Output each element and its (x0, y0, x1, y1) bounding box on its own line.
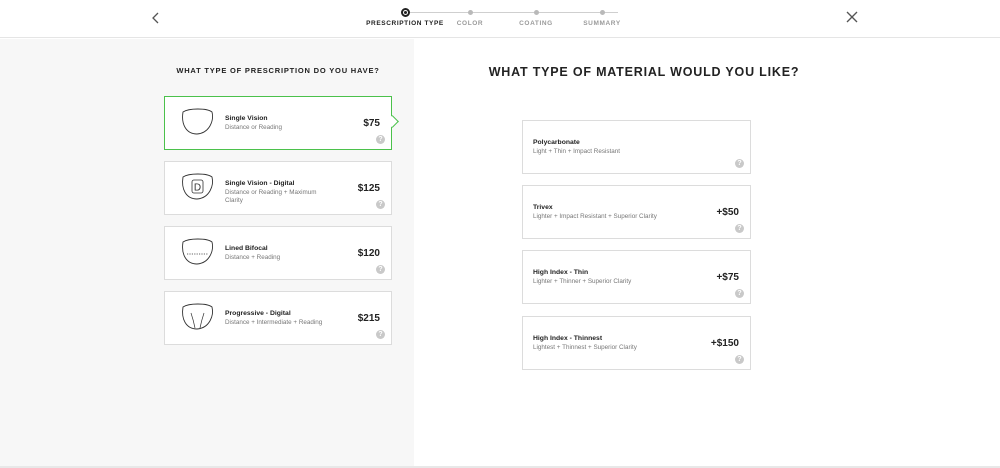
material-option-price: +$50 (716, 207, 739, 218)
rx-option-price: $75 (363, 118, 380, 129)
rx-option-desc: Distance or Reading (225, 124, 283, 131)
help-icon[interactable]: ? (735, 224, 744, 233)
step-dot (599, 10, 605, 15)
rx-option-name: Lined Bifocal (225, 245, 268, 252)
help-icon[interactable]: ? (376, 330, 385, 339)
step-dot (533, 10, 539, 15)
rx-option-price: $125 (357, 183, 380, 194)
rx-option-lined-bifocal[interactable]: Lined Bifocal Distance + Reading $120 ? (164, 226, 392, 280)
rx-option-desc: Distance or Reading + Maximum Clarity (225, 189, 317, 204)
help-icon[interactable]: ? (735, 159, 744, 168)
rx-option-single-vision[interactable]: Single Vision Distance or Reading $75 ? (164, 96, 399, 150)
lens-progressive-icon (182, 303, 213, 330)
step-summary[interactable]: SUMMARY (552, 6, 652, 27)
rx-option-progressive-digital[interactable]: Progressive - Digital Distance + Interme… (164, 291, 392, 345)
material-option-trivex[interactable]: Trivex Lighter + Impact Resistant + Supe… (522, 185, 751, 239)
material-option-desc: Light + Thin + Impact Resistant (533, 148, 621, 155)
material-option-price: +$75 (716, 272, 739, 283)
material-option-desc: Lighter + Thinner + Superior Clarity (533, 278, 632, 285)
help-icon[interactable]: ? (735, 289, 744, 298)
help-icon[interactable]: ? (376, 135, 385, 144)
material-option-high-index-thin[interactable]: High Index - Thin Lighter + Thinner + Su… (522, 250, 751, 304)
rx-option-desc: Distance + Intermediate + Reading (225, 319, 323, 326)
step-dot (400, 8, 410, 17)
step-label: SUMMARY (583, 20, 621, 27)
material-heading: WHAT TYPE OF MATERIAL WOULD YOU LIKE? (488, 65, 800, 79)
help-icon[interactable]: ? (735, 355, 744, 364)
rx-option-name: Single Vision (225, 115, 268, 122)
material-option-desc: Lighter + Impact Resistant + Superior Cl… (533, 213, 657, 220)
rx-option-name: Single Vision - Digital (225, 180, 295, 187)
lens-single-vision-icon (182, 108, 213, 135)
rx-option-single-vision-digital[interactable]: D Single Vision - Digital Distance or Re… (164, 161, 392, 215)
lens-bifocal-icon (182, 238, 213, 265)
close-button[interactable] (842, 7, 862, 27)
material-option-high-index-thinnest[interactable]: High Index - Thinnest Lightest + Thinnes… (522, 316, 751, 370)
top-bar: PRESCRIPTION TYPE COLOR COATING SUMMARY (0, 0, 1000, 38)
rx-option-name: Progressive - Digital (225, 310, 291, 317)
lens-digital-icon: D (182, 173, 213, 200)
rx-option-price: $215 (357, 313, 380, 324)
help-icon[interactable]: ? (376, 200, 385, 209)
help-icon[interactable]: ? (376, 265, 385, 274)
material-option-price: +$150 (710, 338, 739, 349)
rx-option-desc: Distance + Reading (225, 254, 281, 261)
rx-option-price: $120 (357, 248, 380, 259)
material-option-name: Trivex (533, 204, 553, 211)
material-option-polycarbonate[interactable]: Polycarbonate Light + Thin + Impact Resi… (522, 120, 751, 174)
step-dot (467, 10, 473, 15)
material-option-desc: Lightest + Thinnest + Superior Clarity (533, 344, 637, 351)
material-option-name: High Index - Thinnest (533, 335, 603, 342)
material-option-name: High Index - Thin (533, 269, 589, 276)
material-option-name: Polycarbonate (533, 139, 580, 146)
svg-text:D: D (194, 183, 201, 194)
close-icon (846, 11, 858, 23)
